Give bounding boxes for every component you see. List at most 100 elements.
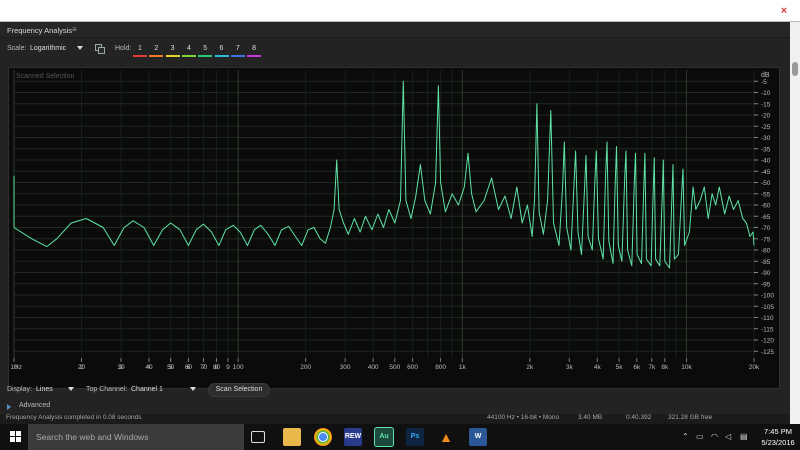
task-view-icon[interactable] <box>251 431 265 443</box>
x-tick-label: 800 <box>435 364 446 371</box>
y-tick-label: -85 <box>761 259 771 266</box>
x-tick-label: 6k <box>633 364 641 371</box>
right-scroll-gutter[interactable] <box>790 22 800 424</box>
spectrum-chart[interactable]: Scanned Selection dB-5-10-15-20-25-30-35-… <box>9 68 781 390</box>
word-icon[interactable]: W <box>469 428 487 446</box>
y-tick-label: -55 <box>761 191 771 198</box>
scan-selection-button[interactable]: Scan Selection <box>208 383 270 397</box>
x-tick-label: 20k <box>749 364 760 371</box>
windows-taskbar: Search the web and Windows REW Au Ps ▲ W ⌃ ▭… <box>0 424 800 450</box>
x-tick-label: 500 <box>389 364 400 371</box>
y-tick-label: -90 <box>761 270 771 277</box>
chevron-up-icon[interactable]: ⌃ <box>682 432 689 441</box>
hold-button-5[interactable]: 5 <box>198 45 213 59</box>
x-tick-label: 2k <box>526 364 534 371</box>
search-placeholder: Search the web and Windows <box>36 432 149 442</box>
x-tick-label: 200 <box>300 364 311 371</box>
display-dropdown[interactable]: Lines <box>36 386 53 393</box>
y-tick-label: -60 <box>761 203 771 210</box>
windows-start-icon[interactable] <box>10 431 22 443</box>
hold-color-bar <box>149 55 164 57</box>
hold-color-bar <box>165 55 180 57</box>
advanced-label[interactable]: Advanced <box>19 402 50 409</box>
y-tick-label: -25 <box>761 124 771 131</box>
chevron-down-icon[interactable] <box>190 387 196 391</box>
x-tick-label: 20 <box>78 364 86 371</box>
y-tick-label: -95 <box>761 281 771 288</box>
hold-button-2[interactable]: 2 <box>149 45 164 59</box>
top-window-strip: × <box>0 0 800 22</box>
status-message: Frequency Analysis completed in 0.08 sec… <box>6 414 142 421</box>
panel-titlebar: Frequency Analysis ≡ <box>0 22 790 38</box>
taskbar-search-box[interactable]: Search the web and Windows <box>28 424 244 450</box>
x-tick-label: 300 <box>340 364 351 371</box>
toolbar: Scale: Logarithmic Hold: 12345678 <box>0 40 790 62</box>
hold-color-bar <box>198 55 213 57</box>
spectrum-series-line <box>13 80 755 269</box>
y-tick-label: -40 <box>761 158 771 165</box>
display-label: Display: <box>7 386 32 393</box>
advanced-section[interactable]: Advanced <box>0 400 790 414</box>
network-icon[interactable]: ▭ <box>696 432 704 441</box>
x-tick-label: 600 <box>407 364 418 371</box>
hold-color-bar <box>133 55 147 57</box>
chevron-down-icon[interactable] <box>68 387 74 391</box>
hold-button-6[interactable]: 6 <box>214 45 229 59</box>
y-tick-label: -70 <box>761 225 771 232</box>
panel-title: Frequency Analysis <box>7 26 73 35</box>
x-tick-label: 70 <box>200 364 208 371</box>
vlc-icon[interactable]: ▲ <box>437 428 455 446</box>
copy-to-clipboard-icon[interactable] <box>95 44 105 54</box>
hold-color-bar <box>181 55 196 57</box>
hold-button-7[interactable]: 7 <box>230 45 245 59</box>
x-tick-label: 10k <box>681 364 692 371</box>
x-tick-label: 40 <box>145 364 153 371</box>
y-tick-label: -45 <box>761 169 771 176</box>
x-tick-label: 400 <box>368 364 379 371</box>
scale-dropdown[interactable]: Logarithmic <box>30 45 66 52</box>
y-tick-label: -110 <box>761 315 774 322</box>
x-tick-label: 10 <box>10 364 18 371</box>
top-channel-label: Top Channel: <box>86 386 128 393</box>
y-tick-label: -65 <box>761 214 771 221</box>
y-tick-label: -30 <box>761 135 771 142</box>
display-controls: Display: Lines Top Channel: Channel 1 Sc… <box>0 382 790 402</box>
hold-button-3[interactable]: 3 <box>165 45 180 59</box>
hold-label: Hold: <box>115 45 132 52</box>
status-bar: Frequency Analysis completed in 0.08 sec… <box>0 414 790 424</box>
y-tick-label: -105 <box>761 304 774 311</box>
hold-button-8[interactable]: 8 <box>247 45 262 59</box>
x-tick-label: 9 <box>226 364 230 371</box>
y-tick-label: -80 <box>761 248 771 255</box>
hold-button-4[interactable]: 4 <box>181 45 196 59</box>
file-explorer-icon[interactable] <box>283 428 301 446</box>
status-duration: 0:40.392 <box>626 414 652 421</box>
scale-label: Scale: <box>7 45 27 52</box>
notification-icon[interactable]: ▤ <box>740 432 748 441</box>
clock-date[interactable]: 5/23/2016 <box>755 438 800 447</box>
x-tick-label: 7k <box>648 364 656 371</box>
x-tick-label: 60 <box>185 364 193 371</box>
hold-button-1[interactable]: 1 <box>133 45 147 59</box>
x-tick-label: 50 <box>167 364 175 371</box>
hamburger-menu-icon[interactable]: ≡ <box>72 25 77 34</box>
spectrum-plot[interactable]: Scanned Selection dB -5 -10 -15 -20 -25 -30 -35-… <box>8 67 780 389</box>
chart-title: Scanned Selection <box>16 73 74 80</box>
chevron-down-icon[interactable] <box>77 46 83 50</box>
wifi-icon[interactable]: ◠ <box>711 432 718 441</box>
y-tick-label: -50 <box>761 180 771 187</box>
audition-icon[interactable]: Au <box>374 427 394 447</box>
top-channel-dropdown[interactable]: Channel 1 <box>131 386 163 393</box>
photoshop-icon[interactable]: Ps <box>406 428 424 446</box>
frequency-analysis-panel: Frequency Analysis ≡ Scale: Logarithmic … <box>0 22 790 424</box>
clock-time[interactable]: 7:45 PM <box>758 427 798 436</box>
hold-color-bar <box>247 55 262 57</box>
x-tick-label: 5k <box>616 364 624 371</box>
chevron-right-icon[interactable] <box>7 404 11 410</box>
y-tick-label: -115 <box>761 326 774 333</box>
rew-icon[interactable]: REW <box>344 428 362 446</box>
close-icon[interactable]: × <box>778 5 790 17</box>
scrollbar-thumb[interactable] <box>792 62 798 76</box>
chrome-icon[interactable] <box>314 428 332 446</box>
volume-icon[interactable]: ◁ <box>725 432 731 441</box>
